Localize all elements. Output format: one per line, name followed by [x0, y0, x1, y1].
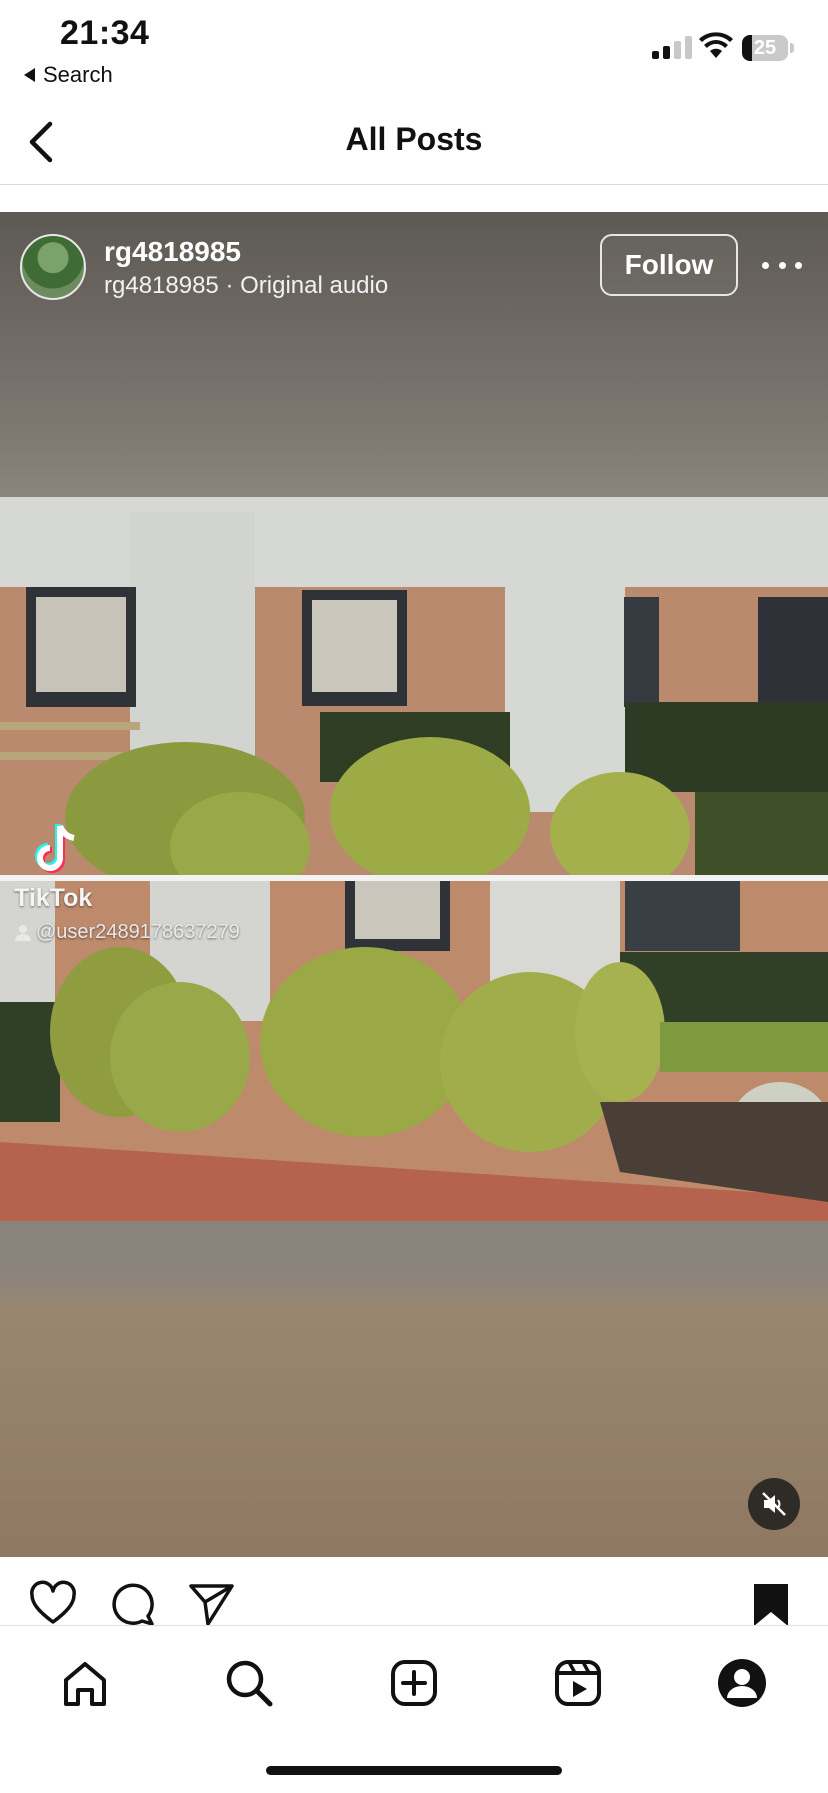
video-frame-illustration	[0, 497, 828, 1221]
user-icon	[15, 924, 31, 941]
tiktok-watermark-brand: TikTok	[14, 884, 93, 912]
wifi-icon	[699, 32, 733, 58]
post-video[interactable]	[0, 212, 828, 1557]
back-triangle-icon	[24, 68, 35, 82]
more-horizontal-icon[interactable]	[762, 250, 802, 280]
battery-level: 25	[753, 36, 777, 59]
heart-icon[interactable]	[28, 1580, 78, 1628]
cellular-signal-icon	[652, 36, 692, 59]
tiktok-watermark-username: @user2489178637279	[36, 921, 240, 943]
back-to-app-label: Search	[43, 62, 113, 87]
profile-icon[interactable]	[715, 1656, 769, 1710]
comment-icon[interactable]	[108, 1580, 158, 1628]
mute-toggle-button[interactable]	[748, 1478, 800, 1530]
status-time: 21:34	[60, 14, 150, 52]
post-username[interactable]: rg4818985	[104, 236, 241, 268]
page-title: All Posts	[345, 121, 483, 157]
search-icon[interactable]	[222, 1656, 276, 1710]
tiktok-logo-icon	[35, 824, 75, 873]
create-icon[interactable]	[387, 1656, 441, 1710]
home-indicator[interactable]	[266, 1766, 562, 1775]
tiktok-watermark-user: @user2489178637279	[14, 921, 240, 944]
follow-button[interactable]: Follow	[600, 234, 738, 296]
home-icon[interactable]	[58, 1656, 112, 1710]
reels-icon[interactable]	[551, 1656, 605, 1710]
bookmark-icon[interactable]	[746, 1580, 796, 1628]
muted-speaker-icon	[762, 1492, 786, 1516]
back-to-app-link[interactable]: Search	[24, 62, 113, 88]
post-audio-subtitle[interactable]: rg4818985 · Original audio	[104, 272, 388, 300]
battery-cap	[790, 43, 794, 53]
battery-icon: 25	[742, 35, 788, 61]
avatar[interactable]	[20, 234, 86, 300]
header-divider	[0, 184, 828, 185]
send-icon[interactable]	[186, 1580, 236, 1628]
